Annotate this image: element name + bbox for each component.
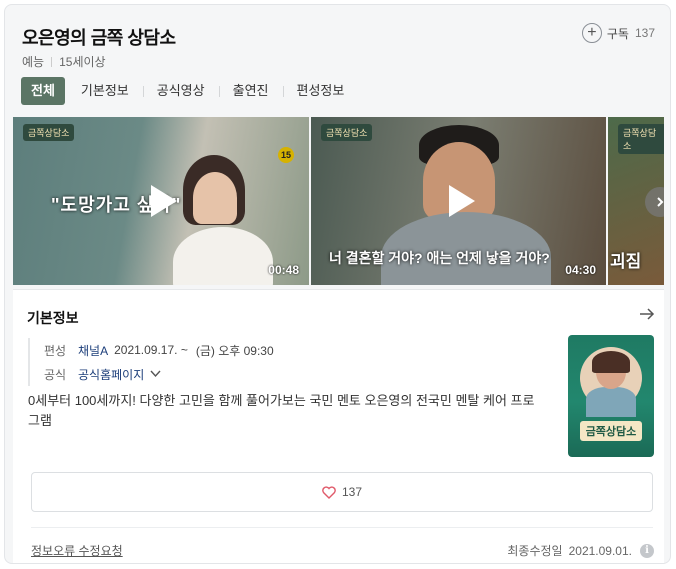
chevron-right-icon <box>657 197 664 207</box>
program-meta: 예능 15세이상 <box>22 53 106 70</box>
report-error-link[interactable]: 정보오류 수정요청 <box>31 542 123 559</box>
tab-bar: 전체 기본정보 공식영상 출연진 편성정보 <box>21 77 358 105</box>
show-logo: 금쪽상담소 <box>618 124 664 154</box>
play-icon <box>448 185 475 217</box>
poster-title: 금쪽상담소 <box>580 421 642 441</box>
poster-hair <box>592 351 630 373</box>
show-logo: 금쪽상담소 <box>321 124 373 141</box>
plus-icon: + <box>581 23 602 43</box>
video-carousel: 금쪽상담소 15 "도망가고 싶다" 00:48 금쪽상담소 너 결혼할 거야?… <box>13 117 664 285</box>
person-body <box>173 227 273 285</box>
program-description: 0세부터 100세까지! 다양한 고민을 함께 풀어가보는 국민 멘토 오은영의… <box>28 393 535 428</box>
divider <box>51 56 53 67</box>
chevron-down-icon[interactable] <box>150 370 161 378</box>
subscribe-label: 구독 <box>606 26 629 41</box>
person-face <box>193 172 237 224</box>
video-thumbnail-1[interactable]: 금쪽상담소 15 "도망가고 싶다" 00:48 <box>13 117 309 285</box>
schedule-row: 편성 채널A 2021.09.17. ~ (금) 오후 09:30 <box>44 338 282 362</box>
info-meta-list: 편성 채널A 2021.09.17. ~ (금) 오후 09:30 공식 공식홈… <box>28 338 282 386</box>
divider <box>31 527 653 528</box>
basic-info-section: 기본정보 편성 채널A 2021.09.17. ~ (금) 오후 09:30 공… <box>13 289 664 563</box>
play-icon <box>151 185 177 217</box>
program-title[interactable]: 오은영의 금쪽 상담소 <box>22 24 176 50</box>
tab-basic-info[interactable]: 기본정보 <box>67 77 143 105</box>
info-icon[interactable]: i <box>640 543 654 558</box>
tab-official-video[interactable]: 공식영상 <box>142 77 219 105</box>
tv-program-card: 오은영의 금쪽 상담소 예능 15세이상 + 구독 137 전체 기본정보 공식… <box>4 4 671 564</box>
poster-body <box>586 387 636 417</box>
section-title: 기본정보 <box>27 310 79 326</box>
video-thumbnail-2[interactable]: 금쪽상담소 너 결혼할 거야? 애는 언제 낳을 거야? 04:30 <box>311 117 606 285</box>
tab-cast[interactable]: 출연진 <box>218 77 283 105</box>
tab-all[interactable]: 전체 <box>21 77 65 105</box>
updated-label: 최종수정일 <box>507 544 563 558</box>
subscribe-count: 137 <box>634 26 655 40</box>
video-caption: 괴짐 <box>610 252 642 271</box>
video-caption: 너 결혼할 거야? 애는 언제 낳을 거야? <box>329 250 550 266</box>
show-logo: 금쪽상담소 <box>23 124 75 141</box>
schedule-key: 편성 <box>44 343 67 358</box>
airtime: (금) 오후 09:30 <box>195 343 274 358</box>
tab-schedule[interactable]: 편성정보 <box>282 77 359 105</box>
updated-date: 2021.09.01. <box>568 543 632 558</box>
channel-link[interactable]: 채널A <box>78 342 108 359</box>
genre-label: 예능 <box>22 55 45 69</box>
start-date: 2021.09.17. ~ <box>114 343 188 357</box>
official-homepage-link[interactable]: 공식홈페이지 <box>78 366 144 383</box>
official-row: 공식 공식홈페이지 <box>44 362 282 386</box>
age-badge: 15 <box>278 147 294 163</box>
subscribe-button[interactable]: + 구독 137 <box>581 23 655 43</box>
like-count: 137 <box>341 485 363 499</box>
video-duration: 00:48 <box>268 263 299 277</box>
video-duration: 04:30 <box>565 263 596 277</box>
arrow-right-icon[interactable] <box>639 307 655 321</box>
official-key: 공식 <box>44 367 67 382</box>
heart-icon <box>322 485 336 499</box>
last-updated: 최종수정일 2021.09.01. i <box>507 542 654 559</box>
like-button[interactable]: 137 <box>31 472 653 512</box>
age-rating-label: 15세이상 <box>59 55 106 69</box>
program-poster[interactable]: 금쪽상담소 <box>568 335 654 457</box>
